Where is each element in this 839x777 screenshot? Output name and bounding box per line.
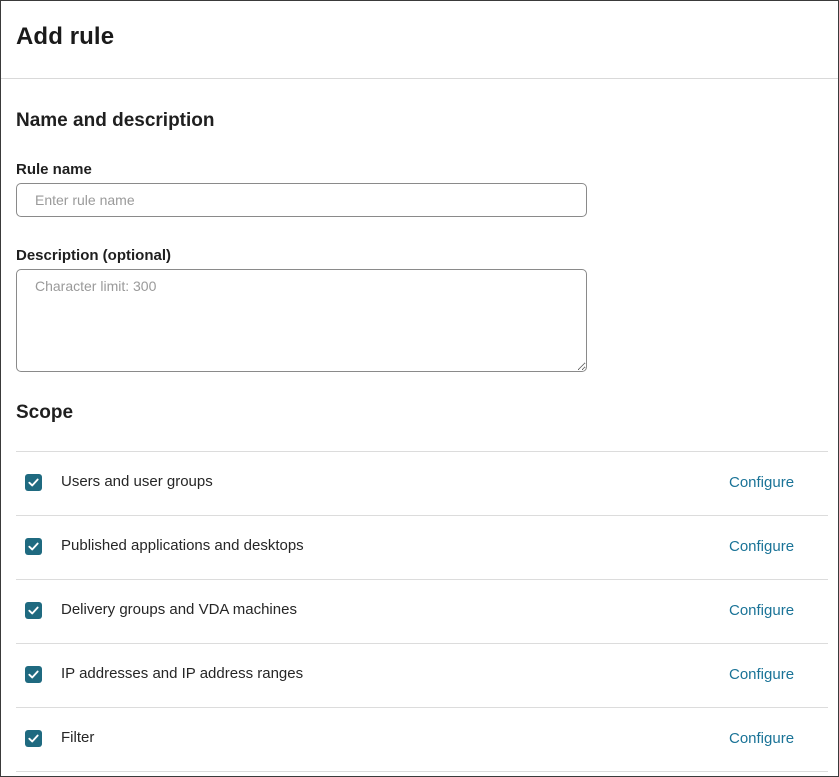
configure-ip-addresses-link[interactable]: Configure <box>729 666 794 683</box>
scope-list: Users and user groups Configure Publishe… <box>16 451 828 772</box>
configure-applications-link[interactable]: Configure <box>729 538 794 555</box>
rule-name-input[interactable] <box>16 183 587 217</box>
ip-addresses-checkbox[interactable] <box>25 666 42 683</box>
configure-users-link[interactable]: Configure <box>729 474 794 491</box>
add-rule-dialog: Add rule Name and description Rule name … <box>0 0 839 777</box>
scope-label-filter: Filter <box>61 729 95 746</box>
section-title-name-description: Name and description <box>16 110 215 131</box>
rule-name-label: Rule name <box>16 161 92 178</box>
dialog-header: Add rule <box>1 1 838 79</box>
scope-row-applications: Published applications and desktops Conf… <box>16 516 828 580</box>
description-textarea[interactable] <box>16 269 587 372</box>
checkmark-icon <box>28 478 39 487</box>
checkmark-icon <box>28 734 39 743</box>
filter-checkbox[interactable] <box>25 730 42 747</box>
scope-label-delivery-groups: Delivery groups and VDA machines <box>61 601 297 618</box>
scope-row-users: Users and user groups Configure <box>16 452 828 516</box>
delivery-groups-checkbox[interactable] <box>25 602 42 619</box>
scope-row-delivery-groups: Delivery groups and VDA machines Configu… <box>16 580 828 644</box>
checkmark-icon <box>28 670 39 679</box>
applications-checkbox[interactable] <box>25 538 42 555</box>
scope-label-ip-addresses: IP addresses and IP address ranges <box>61 665 304 682</box>
scope-label-users: Users and user groups <box>61 473 213 490</box>
configure-delivery-groups-link[interactable]: Configure <box>729 602 794 619</box>
scope-label-applications: Published applications and desktops <box>61 537 304 554</box>
checkmark-icon <box>28 542 39 551</box>
dialog-title: Add rule <box>16 23 115 50</box>
description-label: Description (optional) <box>16 247 171 264</box>
users-checkbox[interactable] <box>25 474 42 491</box>
scope-row-ip-addresses: IP addresses and IP address ranges Confi… <box>16 644 828 708</box>
configure-filter-link[interactable]: Configure <box>729 730 794 747</box>
scope-row-filter: Filter Configure <box>16 708 828 772</box>
section-title-scope: Scope <box>16 402 74 423</box>
checkmark-icon <box>28 606 39 615</box>
